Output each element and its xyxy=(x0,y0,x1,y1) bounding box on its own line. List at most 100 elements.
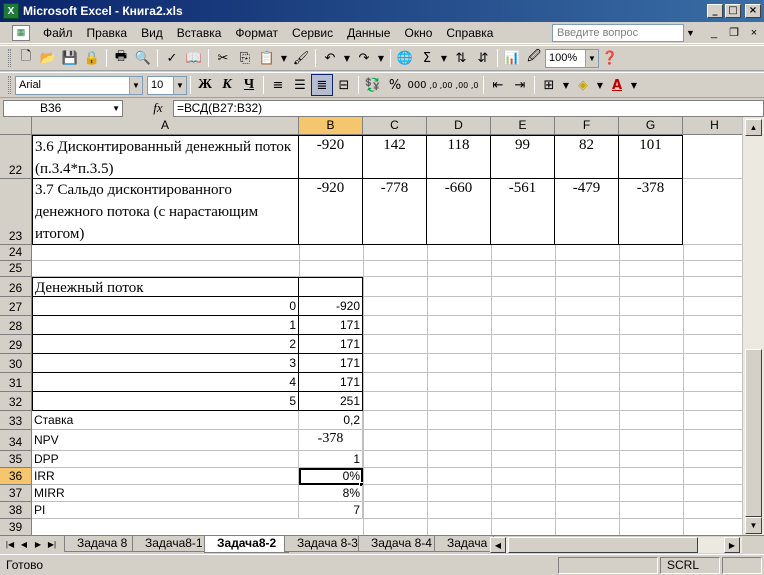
borders-icon[interactable]: ⊞ xyxy=(538,74,560,96)
cell-b32[interactable]: 251 xyxy=(299,392,363,411)
cell-b29[interactable]: 171 xyxy=(299,335,363,354)
copy-icon[interactable]: ⎘ xyxy=(234,47,256,69)
font-size-dropdown-icon[interactable]: ▼ xyxy=(173,76,186,94)
cell-a35[interactable]: DPP xyxy=(32,451,299,468)
cell-b35[interactable]: 1 xyxy=(299,451,363,468)
zoom-dropdown-icon[interactable]: ▼ xyxy=(585,49,598,67)
cell-b27[interactable]: -920 xyxy=(299,297,363,316)
cell-a36[interactable]: IRR xyxy=(32,468,299,485)
hyperlink-icon[interactable]: 🌐 xyxy=(394,47,416,69)
row-header-31[interactable]: 31 xyxy=(0,373,32,392)
undo-icon[interactable]: ↶ xyxy=(319,47,341,69)
ask-dropdown-icon[interactable]: ▼ xyxy=(686,28,698,38)
cell-c23[interactable]: -778 xyxy=(363,179,427,245)
spreadsheet-grid[interactable]: A B C D E F G H 22 3.6 Дисконтированный … xyxy=(0,117,742,535)
row-26-rest[interactable] xyxy=(363,277,742,297)
decrease-indent-icon[interactable]: ⇤ xyxy=(487,74,509,96)
column-header-a[interactable]: A xyxy=(32,117,299,135)
underline-button[interactable]: Ч xyxy=(238,74,260,96)
prev-sheet-icon[interactable]: ◀ xyxy=(18,538,30,551)
row-header-32[interactable]: 32 xyxy=(0,392,32,411)
paste-dropdown-icon[interactable]: ▼ xyxy=(278,47,290,69)
row-header-33[interactable]: 33 xyxy=(0,411,32,430)
toolbar-grip[interactable] xyxy=(8,76,11,94)
row-36-rest[interactable] xyxy=(363,468,742,485)
cell-b23[interactable]: -920 xyxy=(299,179,363,245)
menu-format[interactable]: Формат xyxy=(228,23,285,43)
menu-file[interactable]: Файл xyxy=(36,23,80,43)
research-icon[interactable]: 📖 xyxy=(183,47,205,69)
row-header-37[interactable]: 37 xyxy=(0,485,32,502)
row-header-22[interactable]: 22 xyxy=(0,135,32,179)
cell-b37[interactable]: 8% xyxy=(299,485,363,502)
autosum-icon[interactable]: Σ xyxy=(416,47,438,69)
cell-a33[interactable]: Ставка xyxy=(32,411,299,430)
font-color-icon[interactable]: A xyxy=(606,74,628,96)
scroll-down-icon[interactable]: ▼ xyxy=(745,517,762,534)
cell-b31[interactable]: 171 xyxy=(299,373,363,392)
sheet-tab[interactable]: Задача xyxy=(434,536,495,552)
cell-a38[interactable]: PI xyxy=(32,502,299,519)
cell-b38[interactable]: 7 xyxy=(299,502,363,519)
row-header-36[interactable]: 36 xyxy=(0,468,32,485)
percent-button[interactable]: % xyxy=(384,74,406,96)
print-preview-icon[interactable]: 🔍 xyxy=(132,47,154,69)
row-header-27[interactable]: 27 xyxy=(0,297,32,316)
next-sheet-icon[interactable]: ▶ xyxy=(32,538,44,551)
cell-h23[interactable] xyxy=(683,179,742,245)
decrease-decimal-button[interactable]: ,00 ,0 xyxy=(454,74,480,96)
spelling-icon[interactable]: ✓ xyxy=(161,47,183,69)
cell-a34[interactable]: NPV xyxy=(32,430,299,451)
scroll-right-icon[interactable]: ▶ xyxy=(724,537,740,553)
sort-ascending-icon[interactable]: ⇅ xyxy=(450,47,472,69)
excel-app-icon[interactable]: X xyxy=(3,3,19,19)
cell-a32[interactable]: 5 xyxy=(32,392,299,411)
select-all-corner[interactable] xyxy=(0,117,32,135)
row-25-cells[interactable] xyxy=(32,261,742,277)
row-34-rest[interactable] xyxy=(363,430,742,451)
menu-tools[interactable]: Сервис xyxy=(285,23,340,43)
row-33-rest[interactable] xyxy=(363,411,742,430)
name-box[interactable]: B36 ▼ xyxy=(3,99,123,117)
undo-dropdown-icon[interactable]: ▼ xyxy=(341,47,353,69)
menu-edit[interactable]: Правка xyxy=(80,23,135,43)
ask-question-input[interactable]: Введите вопрос xyxy=(552,23,684,42)
column-header-e[interactable]: E xyxy=(491,117,555,135)
maximize-button[interactable]: □ xyxy=(725,4,741,18)
merge-center-icon[interactable]: ⊟ xyxy=(333,74,355,96)
scroll-left-icon[interactable]: ◀ xyxy=(490,537,506,553)
cell-a28[interactable]: 1 xyxy=(32,316,299,335)
close-button[interactable]: × xyxy=(745,4,761,18)
column-header-h[interactable]: H xyxy=(683,117,742,135)
menu-help[interactable]: Справка xyxy=(439,23,500,43)
column-header-f[interactable]: F xyxy=(555,117,619,135)
fill-color-icon[interactable]: ◈ xyxy=(572,74,594,96)
cell-a30[interactable]: 3 xyxy=(32,354,299,373)
cell-g23[interactable]: -378 xyxy=(619,179,683,245)
row-header-39[interactable]: 39 xyxy=(0,519,32,535)
row-32-rest[interactable] xyxy=(363,392,742,411)
autosum-dropdown-icon[interactable]: ▼ xyxy=(438,47,450,69)
row-header-23[interactable]: 23 xyxy=(0,179,32,245)
row-38-rest[interactable] xyxy=(363,502,742,519)
redo-icon[interactable]: ↷ xyxy=(353,47,375,69)
zoom-select[interactable]: 100% ▼ xyxy=(545,48,599,68)
row-37-rest[interactable] xyxy=(363,485,742,502)
cell-b30[interactable]: 171 xyxy=(299,354,363,373)
cut-icon[interactable]: ✂ xyxy=(212,47,234,69)
sheet-tab-active[interactable]: Задача8-2 xyxy=(204,536,290,553)
increase-decimal-button[interactable]: ,0 ,00 xyxy=(428,74,454,96)
row-header-35[interactable]: 35 xyxy=(0,451,32,468)
bold-button[interactable]: Ж xyxy=(194,74,216,96)
row-header-34[interactable]: 34 xyxy=(0,430,32,451)
cell-a26[interactable]: Денежный поток xyxy=(32,277,299,297)
print-icon[interactable]: 🖶 xyxy=(110,47,132,69)
permission-icon[interactable]: 🔒 xyxy=(81,47,103,69)
cell-e23[interactable]: -561 xyxy=(491,179,555,245)
row-31-rest[interactable] xyxy=(363,373,742,392)
sheet-tab[interactable]: Задача 8-4 xyxy=(358,536,445,552)
row-29-rest[interactable] xyxy=(363,335,742,354)
name-box-dropdown-icon[interactable]: ▼ xyxy=(112,101,120,116)
cell-a37[interactable]: MIRR xyxy=(32,485,299,502)
italic-button[interactable]: К xyxy=(216,74,238,96)
